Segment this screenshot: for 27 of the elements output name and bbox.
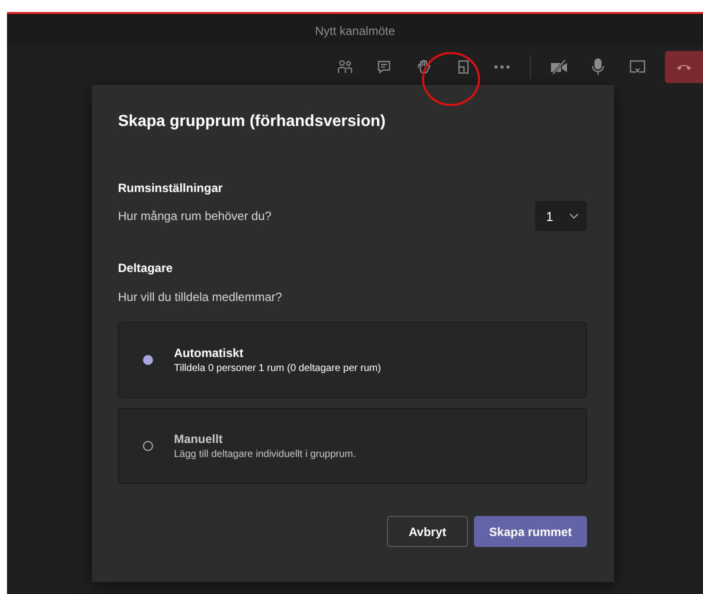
create-room-button[interactable]: Skapa rummet [474,516,587,547]
rooms-dropdown[interactable]: 1 [535,201,587,231]
window-title: Nytt kanalmöte [314,24,396,38]
people-icon[interactable] [336,59,353,75]
microphone-icon[interactable] [591,58,606,76]
option-card[interactable]: Automatiskt Tilldela 0 personer 1 rum (0 deltagare per rum) [118,322,587,398]
dialog-title: Skapa grupprum (förhandsversion) [118,113,387,131]
option-description: Lägg till deltagare individuellt i grupprum. [174,449,356,460]
question-label: Hur många rum behöver du? [118,209,272,223]
cancel-button[interactable]: Avbryt [387,516,468,547]
radio-button[interactable] [143,355,153,365]
option-label: Automatiskt [174,346,244,360]
chevron-down-icon [569,213,579,219]
camera-off-icon[interactable] [550,59,568,75]
question-label: Hur vill du tilldela medlemmar? [118,290,284,304]
option-description: Tilldela 0 personer 1 rum (0 deltagare per rum) [174,363,381,374]
chat-icon[interactable] [376,59,392,75]
highlight-circle [422,52,480,106]
option-label: Manuellt [174,432,224,446]
phone-icon [676,63,692,71]
stop-sharing-icon[interactable] [629,59,646,75]
more-icon[interactable] [494,65,510,69]
section-heading: Deltagare [118,261,174,275]
hand-icon[interactable] [416,59,432,75]
section-heading: Rumsinställningar [118,181,224,195]
option-card[interactable]: Manuellt Lägg till deltagare individuellt i grupprum. [118,408,587,484]
radio-button[interactable] [143,441,153,451]
